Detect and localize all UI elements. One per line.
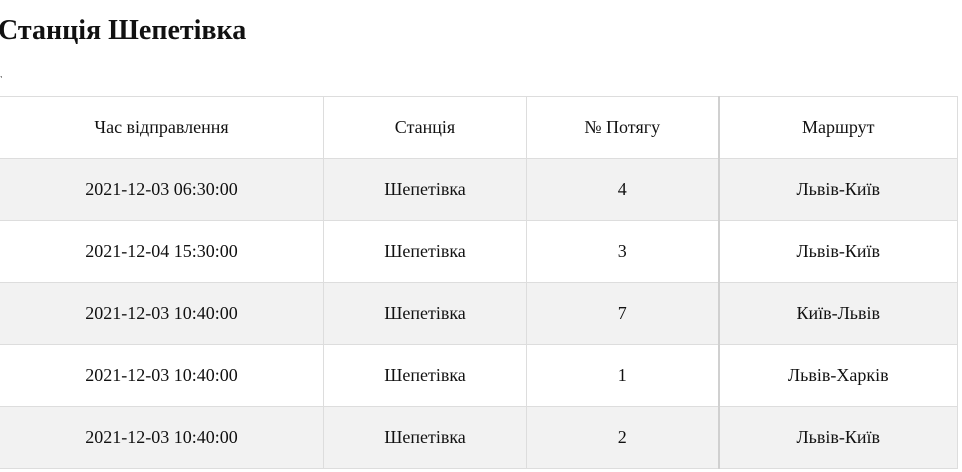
page-title: Станція Шепетівка — [0, 15, 247, 46]
cell-station: Шепетівка — [323, 406, 527, 469]
cell-route: Львів-Київ — [717, 220, 958, 283]
cell-station: Шепетівка — [323, 282, 527, 345]
cell-station: Шепетівка — [323, 220, 527, 283]
header-train-number: № Потягу — [526, 96, 719, 159]
table-header-row: Час відправлення Станція № Потягу Маршру… — [0, 96, 958, 159]
cell-departure-time: 2021-12-03 10:40:00 — [0, 282, 324, 345]
cell-departure-time: 2021-12-03 10:40:00 — [0, 406, 324, 469]
table-row: 2021-12-03 10:40:00 Шепетівка 2 Львів-Ки… — [0, 406, 958, 469]
cell-train-number: 3 — [526, 220, 719, 283]
cell-station: Шепетівка — [323, 158, 527, 221]
departures-table: Час відправлення Станція № Потягу Маршру… — [0, 96, 958, 469]
cell-departure-time: 2021-12-04 15:30:00 — [0, 220, 324, 283]
cell-departure-time: 2021-12-03 06:30:00 — [0, 158, 324, 221]
cell-train-number: 1 — [526, 344, 719, 407]
header-station: Станція — [323, 96, 527, 159]
table-row: 2021-12-03 06:30:00 Шепетівка 4 Львів-Ки… — [0, 158, 958, 221]
table-row: 2021-12-03 10:40:00 Шепетівка 7 Київ-Льв… — [0, 282, 958, 345]
cell-route: Київ-Львів — [717, 282, 958, 345]
stray-mark: , — [0, 72, 2, 78]
cell-departure-time: 2021-12-03 10:40:00 — [0, 344, 324, 407]
cell-route: Львів-Київ — [717, 158, 958, 221]
header-route: Маршрут — [717, 96, 958, 159]
cell-station: Шепетівка — [323, 344, 527, 407]
cell-route: Львів-Харків — [717, 344, 958, 407]
header-departure-time: Час відправлення — [0, 96, 324, 159]
cell-train-number: 7 — [526, 282, 719, 345]
cell-train-number: 2 — [526, 406, 719, 469]
table-row: 2021-12-04 15:30:00 Шепетівка 3 Львів-Ки… — [0, 220, 958, 283]
cell-train-number: 4 — [526, 158, 719, 221]
table-row: 2021-12-03 10:40:00 Шепетівка 1 Львів-Ха… — [0, 344, 958, 407]
cell-route: Львів-Київ — [717, 406, 958, 469]
